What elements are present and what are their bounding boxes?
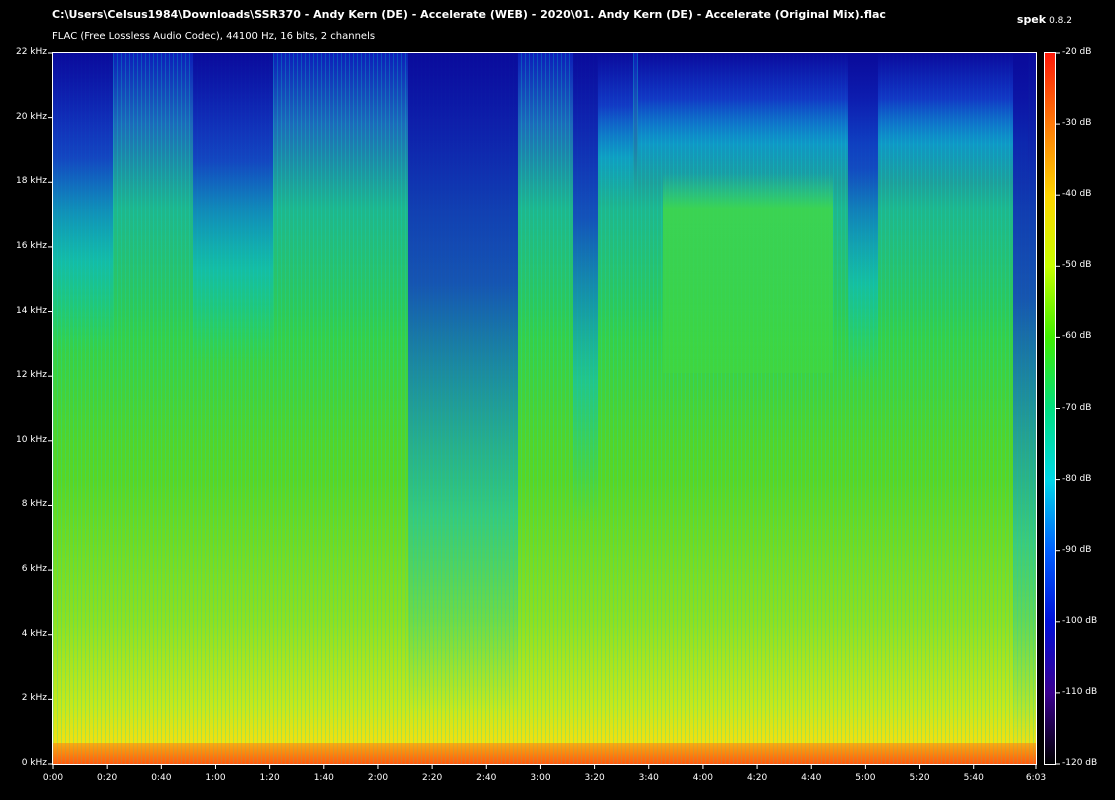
- x-tick-label: 1:40: [313, 773, 334, 783]
- db-tick-label: -110 dB: [1062, 686, 1098, 697]
- x-tick-label: 2:40: [476, 773, 497, 783]
- y-tick-label: 0 kHz: [21, 758, 47, 768]
- y-tick-label: 6 kHz: [21, 564, 47, 575]
- db-tick-label: -50 dB: [1062, 260, 1092, 271]
- x-tick-label: 3:20: [584, 773, 605, 783]
- x-tick-label: 1:20: [259, 773, 280, 783]
- db-tick-label: -120 dB: [1062, 758, 1098, 768]
- db-tick-label: -70 dB: [1062, 402, 1092, 413]
- x-tick-label: 3:40: [638, 773, 659, 783]
- x-tick-label: 5:00: [855, 773, 876, 783]
- y-tick-label: 10 kHz: [15, 434, 47, 445]
- x-tick-label: 5:40: [963, 773, 984, 783]
- db-tick-label: -30 dB: [1062, 118, 1092, 129]
- y-tick-label: 2 kHz: [21, 693, 47, 704]
- x-tick-label: 1:00: [205, 773, 226, 783]
- y-tick-label: 8 kHz: [21, 499, 47, 510]
- db-tick-label: -100 dB: [1062, 615, 1098, 626]
- x-tick-label: 5:20: [909, 773, 930, 783]
- x-tick-label: 0:40: [151, 773, 172, 783]
- x-tick-label: 0:00: [42, 773, 64, 783]
- y-tick-label: 16 kHz: [15, 240, 47, 251]
- x-tick-label: 4:20: [746, 773, 768, 783]
- y-tick-label: 12 kHz: [15, 370, 47, 381]
- x-tick-label: 0:20: [97, 773, 118, 783]
- y-tick-label: 18 kHz: [15, 176, 47, 187]
- colorbar-frame: [1044, 52, 1056, 765]
- db-tick-label: -80 dB: [1062, 473, 1092, 484]
- x-tick-label: 4:40: [801, 773, 822, 783]
- db-tick-label: -90 dB: [1062, 544, 1092, 555]
- x-tick-label: 2:20: [422, 773, 443, 783]
- x-tick-label: 3:00: [530, 773, 551, 783]
- x-tick-label: 4:00: [692, 773, 714, 783]
- y-tick-label: 4 kHz: [21, 628, 47, 639]
- x-tick-label: 2:00: [367, 773, 389, 783]
- db-tick-label: -60 dB: [1062, 331, 1092, 342]
- axes: [48, 52, 1060, 769]
- db-tick-label: -40 dB: [1062, 189, 1092, 200]
- x-tick-label: 6:03: [1025, 773, 1047, 783]
- plot-frame: [52, 52, 1037, 765]
- y-tick-label: 14 kHz: [15, 305, 47, 316]
- db-tick-label: -20 dB: [1062, 47, 1092, 57]
- y-tick-label: 20 kHz: [15, 111, 47, 122]
- y-tick-label: 22 kHz: [15, 47, 47, 57]
